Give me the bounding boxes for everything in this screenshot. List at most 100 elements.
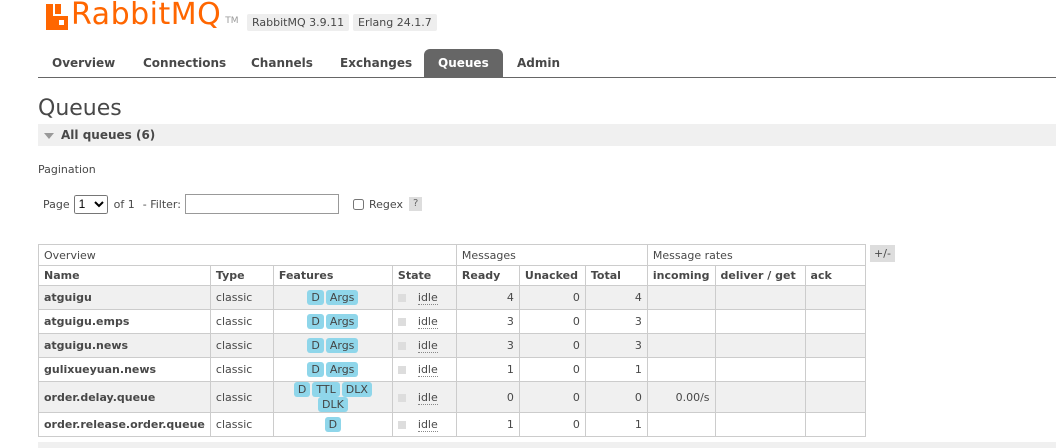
group-header-message-rates: Message rates <box>646 244 866 266</box>
feature-badge: D <box>307 314 324 329</box>
unacked-count: 0 <box>518 333 586 358</box>
feature-badge: D <box>293 382 311 397</box>
queue-name-link[interactable]: atguigu.news <box>38 333 211 358</box>
column-header-state[interactable]: State <box>391 265 457 286</box>
feature-badge: D <box>324 417 342 432</box>
column-header-ready[interactable]: Ready <box>455 265 520 286</box>
ready-count: 3 <box>455 333 520 358</box>
column-header-incoming[interactable]: incoming <box>646 265 716 286</box>
column-header-features[interactable]: Features <box>272 265 393 286</box>
state-indicator-icon <box>397 421 406 429</box>
tab-channels[interactable]: Channels <box>237 49 327 77</box>
column-header-unacked[interactable]: Unacked <box>518 265 586 286</box>
tab-admin[interactable]: Admin <box>503 49 574 77</box>
section-title: All queues (6) <box>61 128 156 142</box>
ack-rate <box>804 333 866 358</box>
queue-type: classic <box>209 412 274 437</box>
state-label: idle <box>417 315 438 329</box>
state-indicator-icon <box>397 318 406 326</box>
table-row[interactable]: gulixueyuan.news classic D Args idle 1 0 1 <box>38 357 866 382</box>
ready-count: 1 <box>455 357 520 382</box>
erlang-version: Erlang 24.1.7 <box>353 14 437 31</box>
deliver-get-rate <box>714 357 806 382</box>
incoming-rate: 0.00/s <box>646 381 716 413</box>
total-count: 4 <box>584 285 648 310</box>
total-count: 3 <box>584 309 648 334</box>
table-row[interactable]: atguigu classic D Args idle 4 0 4 <box>38 285 866 310</box>
column-header-deliver-get[interactable]: deliver / get <box>714 265 806 286</box>
column-toggle-button[interactable]: +/- <box>870 245 895 262</box>
incoming-rate <box>646 333 716 358</box>
unacked-count: 0 <box>518 309 586 334</box>
queues-table: Overview Messages Message rates Name Typ… <box>38 244 866 437</box>
queue-type: classic <box>209 309 274 334</box>
state-indicator-icon <box>397 342 406 350</box>
feature-badge: TTL <box>312 382 340 397</box>
table-row[interactable]: atguigu.news classic D Args idle 3 0 3 <box>38 333 866 358</box>
pagination-controls: Page 1 of 1 - Filter: Regex ? <box>43 194 423 214</box>
regex-help-button[interactable]: ? <box>408 197 423 211</box>
deliver-get-rate <box>714 412 806 437</box>
rabbitmq-version: RabbitMQ 3.9.11 <box>247 14 350 31</box>
queue-name-link[interactable]: atguigu.emps <box>38 309 211 334</box>
feature-badge: DLX <box>341 382 372 397</box>
feature-badge: DLK <box>317 397 348 412</box>
page-title: Queues <box>38 96 122 121</box>
queue-features: D Args <box>272 309 393 334</box>
tab-queues[interactable]: Queues <box>424 49 503 77</box>
state-label: idle <box>417 418 438 432</box>
filter-input[interactable] <box>184 194 339 214</box>
page-select[interactable]: 1 <box>73 194 108 214</box>
tab-overview[interactable]: Overview <box>38 49 129 77</box>
deliver-get-rate <box>714 309 806 334</box>
unacked-count: 0 <box>518 357 586 382</box>
incoming-rate <box>646 309 716 334</box>
logo-text: RabbitMQ <box>71 0 222 32</box>
group-header-overview: Overview <box>38 244 457 266</box>
tab-connections[interactable]: Connections <box>129 49 240 77</box>
column-header-name[interactable]: Name <box>38 265 211 286</box>
table-row[interactable]: order.release.order.queue classic Didle 1 0 1 <box>38 412 866 437</box>
queue-name-link[interactable]: order.release.order.queue <box>38 412 211 437</box>
queue-type: classic <box>209 333 274 358</box>
unacked-count: 0 <box>518 412 586 437</box>
feature-badge: Args <box>325 314 359 329</box>
state-indicator-icon <box>397 366 406 374</box>
table-row[interactable]: order.delay.queue classic D TTL DLXDLK idle 0 0… <box>38 381 866 413</box>
incoming-rate <box>646 285 716 310</box>
column-header-type[interactable]: Type <box>209 265 274 286</box>
total-count: 0 <box>584 381 648 413</box>
regex-checkbox[interactable] <box>352 198 364 210</box>
queue-state: idle <box>391 357 457 382</box>
column-header-ack[interactable]: ack <box>804 265 866 286</box>
queue-state: idle <box>391 285 457 310</box>
queue-features: D TTL DLXDLK <box>272 381 393 413</box>
queue-name-link[interactable]: atguigu <box>38 285 211 310</box>
collapse-triangle-icon <box>44 132 54 139</box>
queue-name-link[interactable]: gulixueyuan.news <box>38 357 211 382</box>
ready-count: 4 <box>455 285 520 310</box>
column-header-total[interactable]: Total <box>584 265 648 286</box>
deliver-get-rate <box>714 333 806 358</box>
unacked-count: 0 <box>518 381 586 413</box>
queue-state: idle <box>391 333 457 358</box>
state-label: idle <box>417 339 438 353</box>
queue-features: D Args <box>272 333 393 358</box>
table-row[interactable]: atguigu.emps classic D Args idle 3 0 3 <box>38 309 866 334</box>
state-indicator-icon <box>397 294 406 302</box>
filter-label: - Filter: <box>142 197 181 211</box>
tab-exchanges[interactable]: Exchanges <box>326 49 426 77</box>
all-queues-section-toggle[interactable]: All queues (6) <box>38 124 1056 146</box>
rabbitmq-logo-icon <box>46 4 68 30</box>
group-header-messages: Messages <box>455 244 648 266</box>
total-count: 1 <box>584 357 648 382</box>
incoming-rate <box>646 357 716 382</box>
total-count: 3 <box>584 333 648 358</box>
logo-trademark: TM <box>225 16 239 26</box>
ready-count: 1 <box>455 412 520 437</box>
total-count: 1 <box>584 412 648 437</box>
feature-badge: D <box>307 362 324 377</box>
queue-name-link[interactable]: order.delay.queue <box>38 381 211 413</box>
rabbitmq-logo[interactable]: RabbitMQ TM <box>46 0 239 30</box>
queue-type: classic <box>209 381 274 413</box>
